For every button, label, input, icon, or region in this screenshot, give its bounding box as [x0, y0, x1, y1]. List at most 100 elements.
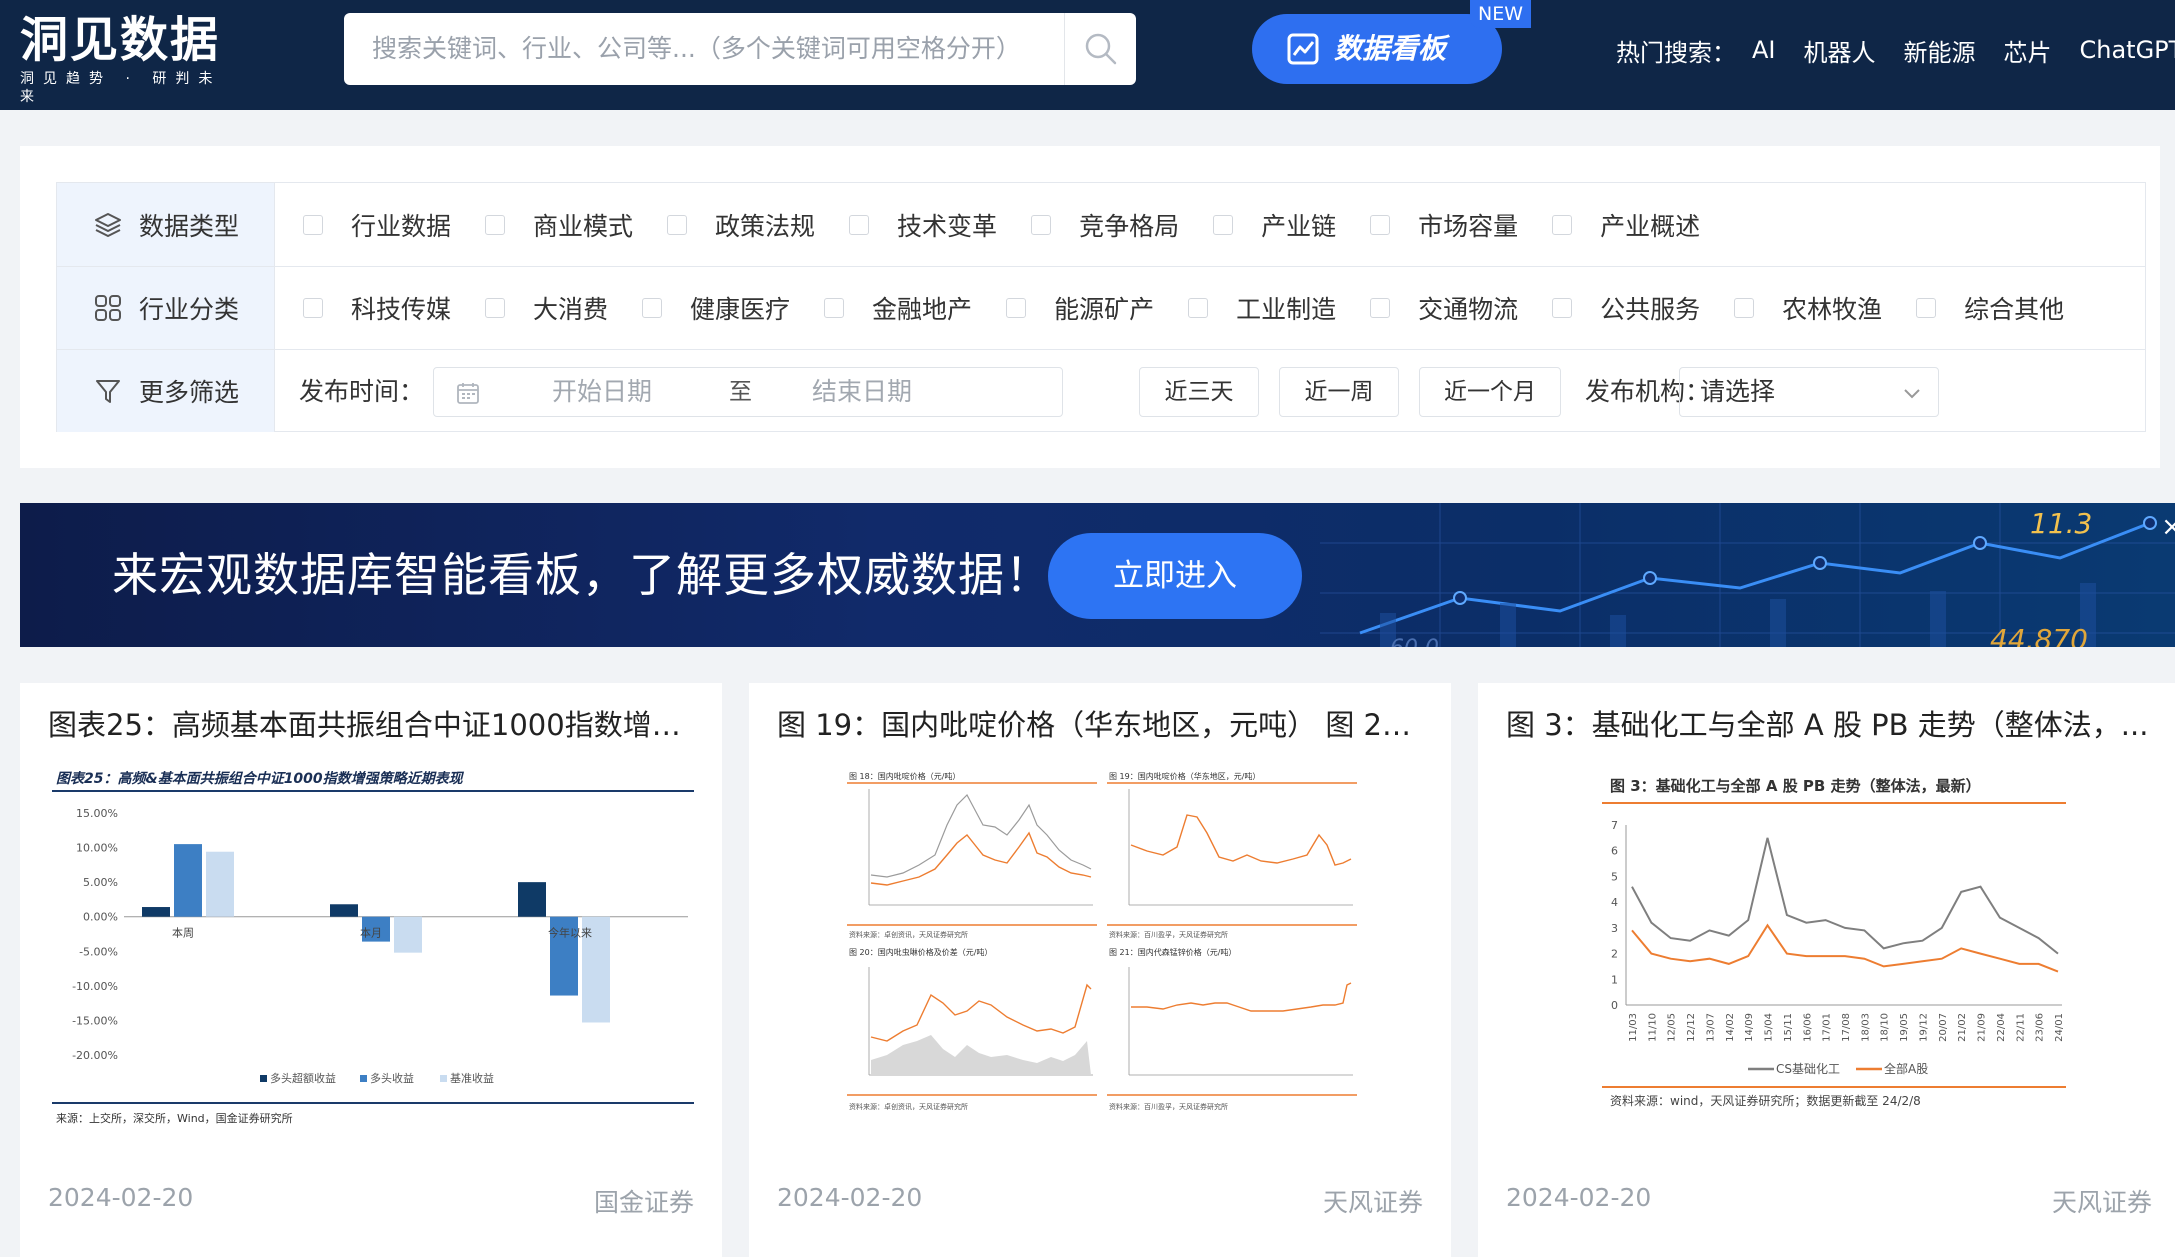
checkbox[interactable]: [1006, 298, 1027, 318]
checkbox[interactable]: [824, 298, 845, 318]
checkbox[interactable]: [1188, 298, 1209, 318]
x-tick-label: 11/03: [1628, 1013, 1639, 1042]
option-overview[interactable]: 产业概述: [1552, 207, 1700, 243]
promo-banner[interactable]: 11.3 44.870 60.0 来宏观数据库智能看板，了解更多权威数据！ 立即…: [20, 503, 2175, 647]
panel-source: 资料来源：百川盈孚，天风证券研究所: [1109, 1102, 1228, 1111]
end-date-input[interactable]: 结束日期: [812, 368, 912, 416]
hot-term-robot[interactable]: 机器人: [1804, 33, 1876, 68]
option-policy[interactable]: 政策法规: [667, 207, 815, 243]
option-competition[interactable]: 竞争格局: [1031, 207, 1179, 243]
option-industry-chain[interactable]: 产业链: [1213, 207, 1336, 243]
checkbox[interactable]: [1031, 214, 1052, 235]
mini-chart-panel: 图 20：国内吡虫啉价格及价差（元/吨） 资料来源：卓创资讯，天风证券研究所: [847, 947, 1097, 1111]
x-tick-label: 11/10: [1647, 1013, 1658, 1042]
option-label: 市场容量: [1418, 211, 1519, 241]
dashboard-label: 数据看板: [1334, 32, 1447, 65]
quick-one-month-button[interactable]: 近一个月: [1419, 367, 1561, 417]
quick-one-week-button[interactable]: 近一周: [1279, 367, 1399, 417]
x-tick-label: 17/01: [1822, 1013, 1833, 1042]
option-label: 行业数据: [351, 211, 452, 241]
option-agriculture[interactable]: 农林牧渔: [1734, 290, 1882, 326]
option-market-size[interactable]: 市场容量: [1370, 207, 1518, 243]
card-source[interactable]: 天风证券: [2052, 1183, 2152, 1219]
card-title[interactable]: 图 3：基础化工与全部 A 股 PB 走势（整体法，...: [1506, 705, 2156, 745]
filter-title-industry: 行业分类: [139, 295, 240, 324]
publisher-select[interactable]: 请选择: [1679, 367, 1939, 417]
card-chart-thumbnail: 图 3：基础化工与全部 A 股 PB 走势（整体法，最新） 7 6 5 4 3 2 1 0 1…: [1602, 777, 2066, 1108]
option-consumer[interactable]: 大消费: [485, 290, 608, 326]
option-business-model[interactable]: 商业模式: [485, 207, 633, 243]
bar: [330, 904, 358, 917]
x-tick-label: 17/08: [1841, 1013, 1852, 1042]
banner-background-graphic: 11.3 44.870 60.0: [1320, 503, 2175, 647]
checkbox[interactable]: [642, 298, 663, 318]
card-source[interactable]: 天风证券: [1323, 1183, 1423, 1219]
checkbox[interactable]: [303, 298, 323, 318]
option-energy-mining[interactable]: 能源矿产: [1006, 290, 1154, 326]
y-tick-label: -15.00%: [72, 1014, 118, 1027]
checkbox[interactable]: [667, 214, 688, 235]
hot-term-chatgpt[interactable]: ChatGPT: [2080, 36, 2175, 64]
option-other[interactable]: 综合其他: [1916, 290, 2064, 326]
x-tick-label: 20/07: [1938, 1013, 1949, 1042]
checkbox[interactable]: [1370, 298, 1391, 318]
card-title[interactable]: 图表25：高频基本面共振组合中证1000指数增强...: [48, 705, 698, 745]
hot-term-new-energy[interactable]: 新能源: [1904, 33, 1976, 68]
search-button[interactable]: [1064, 13, 1136, 85]
checkbox[interactable]: [1370, 214, 1391, 235]
checkbox[interactable]: [1916, 298, 1937, 318]
publisher-select-value: 请选择: [1700, 377, 1776, 406]
option-label: 公共服务: [1600, 295, 1701, 324]
option-label: 科技传媒: [351, 295, 452, 324]
search-box[interactable]: 搜索关键词、行业、公司等...（多个关键词可用空格分开）: [344, 13, 1136, 85]
close-icon[interactable]: ×: [2154, 509, 2175, 545]
checkbox[interactable]: [485, 214, 506, 235]
legend-label: 多头超额收益: [270, 1071, 336, 1085]
x-tick-label: 12/12: [1686, 1013, 1697, 1042]
checkbox[interactable]: [1734, 298, 1755, 318]
report-card[interactable]: 图 3：基础化工与全部 A 股 PB 走势（整体法，... 图 3：基础化工与全…: [1478, 683, 2175, 1257]
panel-title: 图 19：国内吡啶价格（华东地区，元/吨）: [1109, 771, 1260, 781]
date-range-picker[interactable]: 开始日期 至 结束日期: [433, 367, 1063, 417]
card-chart-thumbnail: 图表25：高频&基本面共振组合中证1000指数增强策略近期表现 15.00% 10…: [52, 770, 694, 1125]
checkbox[interactable]: [303, 214, 323, 235]
option-label: 农林牧渔: [1782, 295, 1883, 324]
quick-three-days-button[interactable]: 近三天: [1139, 367, 1259, 417]
search-input[interactable]: 搜索关键词、行业、公司等...（多个关键词可用空格分开）: [372, 13, 1021, 85]
filter-title-data-type: 数据类型: [139, 211, 240, 241]
option-manufacturing[interactable]: 工业制造: [1188, 290, 1336, 326]
option-logistics[interactable]: 交通物流: [1370, 290, 1518, 326]
checkbox[interactable]: [1552, 214, 1573, 235]
data-dashboard-button[interactable]: 数据看板: [1252, 14, 1502, 84]
card-source[interactable]: 国金证券: [594, 1183, 694, 1219]
option-tech-media[interactable]: 科技传媒: [303, 290, 451, 326]
enter-now-button[interactable]: 立即进入: [1048, 533, 1302, 619]
card-title[interactable]: 图 19：国内吡啶价格（华东地区，元吨） 图 21...: [777, 705, 1427, 745]
checkbox[interactable]: [485, 298, 506, 318]
legend-swatch: [360, 1075, 367, 1082]
report-card[interactable]: 图表25：高频基本面共振组合中证1000指数增强... 图表25：高频&基本面共…: [20, 683, 722, 1257]
option-label: 金融地产: [872, 295, 973, 324]
option-public-service[interactable]: 公共服务: [1552, 290, 1700, 326]
option-label: 竞争格局: [1079, 211, 1180, 241]
card-date: 2024-02-20: [777, 1183, 923, 1212]
option-finance-realestate[interactable]: 金融地产: [824, 290, 972, 326]
banner-headline: 来宏观数据库智能看板，了解更多权威数据！: [112, 548, 1052, 602]
y-tick-label: 1: [1611, 973, 1618, 986]
site-logo[interactable]: 洞见数据 洞见趋势 · 研判未来: [20, 12, 230, 105]
checkbox[interactable]: [1552, 298, 1573, 318]
option-healthcare[interactable]: 健康医疗: [642, 290, 790, 326]
option-industry-data[interactable]: 行业数据: [303, 207, 451, 243]
report-card[interactable]: 图 19：国内吡啶价格（华东地区，元吨） 图 21... 图 18：国内吡啶价格…: [749, 683, 1451, 1257]
hot-term-ai[interactable]: AI: [1752, 36, 1776, 64]
start-date-input[interactable]: 开始日期: [552, 368, 652, 416]
y-tick-label: -10.00%: [72, 980, 118, 993]
x-tick-label: 16/06: [1802, 1013, 1813, 1042]
hot-search-label: 热门搜索：: [1616, 38, 1736, 67]
figure-source: 来源：上交所，深交所，Wind，国金证券研究所: [56, 1111, 293, 1125]
filter-title-more: 更多筛选: [139, 378, 240, 407]
hot-term-chip[interactable]: 芯片: [2004, 33, 2052, 68]
checkbox[interactable]: [849, 214, 870, 235]
option-tech-change[interactable]: 技术变革: [849, 207, 997, 243]
checkbox[interactable]: [1213, 214, 1234, 235]
